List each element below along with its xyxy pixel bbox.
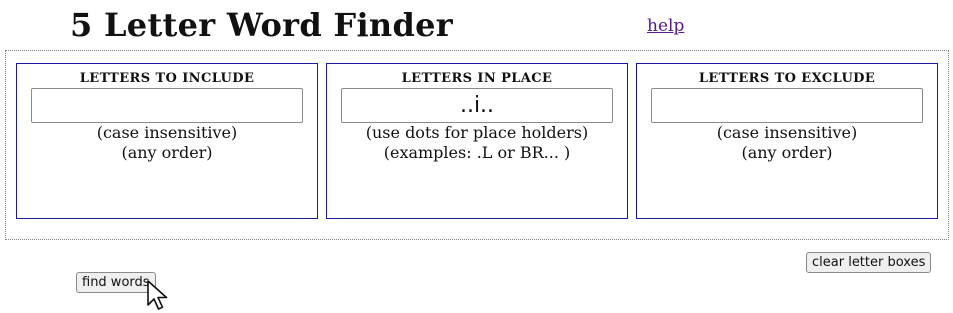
include-letters-note-1: (case insensitive) (96, 123, 238, 142)
letters-in-place-note-2: (examples: .L or BR... ) (383, 143, 571, 162)
include-letters-panel: LETTERS TO INCLUDE (case insensitive) (a… (16, 63, 318, 219)
letters-in-place-note-1: (use dots for place holders) (365, 123, 589, 142)
page: 5 Letter Word Finder help LETTERS TO INC… (0, 0, 953, 313)
arrow-pointer-icon (147, 280, 168, 310)
page-title: 5 Letter Word Finder (70, 6, 453, 44)
letter-boxes-container: LETTERS TO INCLUDE (case insensitive) (a… (5, 50, 949, 240)
letters-in-place-panel: LETTERS IN PLACE (use dots for place hol… (326, 63, 628, 219)
exclude-letters-panel: LETTERS TO EXCLUDE (case insensitive) (a… (636, 63, 938, 219)
exclude-letters-note-2: (any order) (741, 143, 833, 162)
find-words-button[interactable]: find words (76, 272, 156, 293)
include-letters-heading: LETTERS TO INCLUDE (79, 71, 255, 86)
exclude-letters-input[interactable] (651, 88, 923, 123)
clear-letter-boxes-button[interactable]: clear letter boxes (806, 252, 932, 273)
letters-in-place-input[interactable] (341, 88, 613, 123)
letters-in-place-heading: LETTERS IN PLACE (401, 71, 553, 86)
exclude-letters-note-1: (case insensitive) (716, 123, 858, 142)
help-link[interactable]: help (647, 16, 684, 36)
include-letters-input[interactable] (31, 88, 303, 123)
exclude-letters-heading: LETTERS TO EXCLUDE (698, 71, 876, 86)
include-letters-note-2: (any order) (121, 143, 213, 162)
